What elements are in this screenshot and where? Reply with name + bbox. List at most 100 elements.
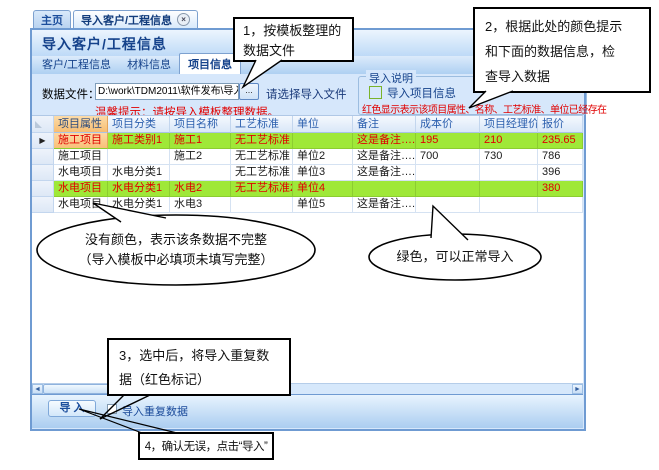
cell[interactable]: 水电分类1 (108, 165, 170, 181)
cell[interactable]: 无工艺标准 (231, 133, 293, 149)
cell[interactable] (416, 165, 480, 181)
callout-step2-line1: 2，根据此处的颜色提示 (485, 19, 623, 34)
import-duplicates-checkbox[interactable] (107, 404, 117, 414)
cell[interactable] (170, 165, 231, 181)
column-header-0[interactable]: 项目属性 (54, 116, 108, 133)
cell[interactable]: 210 (480, 133, 538, 149)
oval1-line2: （导入模板中必填项未填写完整） (78, 252, 274, 267)
row-selector[interactable] (32, 197, 54, 213)
cell[interactable]: 这是备注…...5 (353, 197, 416, 213)
column-header-5[interactable]: 备注 (353, 116, 416, 133)
callout-step2-line3: 查导入数据 (485, 69, 551, 84)
close-tab-icon[interactable]: × (177, 13, 191, 26)
screen: 主页 导入客户/工程信息 × 导入客户/工程信息 客户/工程信息 材料信息 项目… (0, 0, 659, 470)
callout-step3-line1: 3，选中后，将导入重复数 (119, 348, 270, 363)
callout-step1-line1: 1，按模板整理的 (243, 23, 342, 38)
import-legend-title: 导入说明 (366, 70, 416, 86)
scroll-left-icon[interactable]: ◄ (32, 384, 43, 394)
cell[interactable]: 施工1 (170, 133, 231, 149)
cell[interactable] (353, 181, 416, 197)
page-title: 导入客户/工程信息 (42, 36, 167, 52)
document-tabbar: 主页 导入客户/工程信息 × (33, 10, 199, 28)
column-header-3[interactable]: 工艺标准 (231, 116, 293, 133)
cell[interactable]: 单位3 (293, 165, 353, 181)
table-row: ▶施工项目施工类别1施工1无工艺标准 这是备注…...1195210235.65 (32, 133, 583, 149)
cell[interactable]: 这是备注…...3 (353, 165, 416, 181)
tab-import-customer-project[interactable]: 导入客户/工程信息 × (73, 10, 199, 28)
data-file-path-input[interactable]: D:\work\TDM2011\软件发布\导入数据模板\项 (95, 83, 239, 100)
cell[interactable]: 水电分类1 (108, 181, 170, 197)
cell[interactable]: 396 (538, 165, 583, 181)
row-selector[interactable] (32, 181, 54, 197)
callout-step4: 4，确认无误，点击“导入” (138, 432, 274, 460)
cell[interactable] (480, 165, 538, 181)
cell[interactable]: 水电项目 (54, 165, 108, 181)
callout-step1: 1，按模板整理的 数据文件 (233, 17, 354, 62)
column-header-6[interactable]: 成本价 (416, 116, 480, 133)
cell[interactable] (538, 197, 583, 213)
callout-step3: 3，选中后，将导入重复数 据（红色标记） (107, 338, 291, 396)
column-header-1[interactable]: 项目分类 (108, 116, 170, 133)
cell[interactable]: 无工艺标准 (231, 149, 293, 165)
table-row: 水电项目水电分类1 无工艺标准单位3这是备注…...3 396 (32, 165, 583, 181)
callout-step2-line2: 和下面的数据信息，检 (485, 44, 616, 59)
column-header-7[interactable]: 项目经理价 (480, 116, 538, 133)
grid-rows: ▶施工项目施工类别1施工1无工艺标准这是备注…...1195210235.65施… (32, 133, 583, 213)
row-selector[interactable] (32, 149, 54, 165)
cell[interactable]: 380 (538, 181, 583, 197)
cell[interactable] (231, 197, 293, 213)
row-selector[interactable]: ▶ (32, 133, 54, 149)
select-all-corner[interactable] (32, 116, 54, 133)
cell[interactable]: 施工类别1 (108, 133, 170, 149)
cell[interactable]: 单位4 (293, 181, 353, 197)
cell[interactable]: 水电分类1 (108, 197, 170, 213)
cell[interactable] (480, 181, 538, 197)
callout-step2: 2，根据此处的颜色提示 和下面的数据信息，检 查导入数据 (473, 7, 651, 93)
table-row: 施工项目 施工2无工艺标准单位2这是备注…...2700730786 (32, 149, 583, 165)
tab-home[interactable]: 主页 (33, 10, 71, 28)
column-header-8[interactable]: 报价 (538, 116, 583, 133)
callout-step3-line2: 据（红色标记） (119, 372, 211, 387)
tab-project-info[interactable]: 项目信息 (179, 53, 242, 74)
cell[interactable]: 这是备注…...2 (353, 149, 416, 165)
tab-customer-project-info[interactable]: 客户/工程信息 (34, 54, 119, 74)
cell[interactable]: 无工艺标准 (231, 165, 293, 181)
table-row: 水电项目 水电分类1 水电2 无工艺标准2 单位4 380 (32, 181, 583, 197)
cell[interactable]: 730 (480, 149, 538, 165)
tab-material-info[interactable]: 材料信息 (119, 54, 179, 74)
cell[interactable]: 施工项目 (54, 133, 108, 149)
corner-triangle-icon (35, 121, 42, 128)
cell[interactable]: 195 (416, 133, 480, 149)
cell[interactable]: 水电项目 (54, 197, 108, 213)
column-header-4[interactable]: 单位 (293, 116, 353, 133)
green-legend-swatch (369, 86, 382, 99)
oval1-line1: 没有颜色，表示该条数据不完整 (84, 232, 267, 247)
cell[interactable] (416, 181, 480, 197)
cell[interactable]: 700 (416, 149, 480, 165)
cell[interactable] (480, 197, 538, 213)
browse-file-button[interactable]: ... (239, 83, 259, 100)
data-file-label: 数据文件： (42, 89, 100, 101)
cell[interactable]: 单位5 (293, 197, 353, 213)
table-row: 水电项目水电分类1水电3 单位5这是备注…...5 (32, 197, 583, 213)
cell[interactable] (108, 149, 170, 165)
cell[interactable]: 水电3 (170, 197, 231, 213)
cell[interactable]: 施工2 (170, 149, 231, 165)
tab-import-label: 导入客户/工程信息 (81, 14, 173, 27)
scroll-right-icon[interactable]: ► (572, 384, 583, 394)
callout-step1-line2: 数据文件 (243, 43, 296, 58)
cell[interactable]: 水电项目 (54, 181, 108, 197)
cell[interactable]: 施工项目 (54, 149, 108, 165)
cell[interactable]: 无工艺标准2 (231, 181, 293, 197)
column-header-2[interactable]: 项目名称 (170, 116, 231, 133)
callout-step4-line1: 4，确认无误，点击“导入” (144, 441, 268, 453)
import-button[interactable]: 导 入 (48, 400, 96, 417)
cell[interactable]: 786 (538, 149, 583, 165)
cell[interactable]: 水电2 (170, 181, 231, 197)
cell[interactable] (293, 133, 353, 149)
cell[interactable] (416, 197, 480, 213)
row-selector[interactable] (32, 165, 54, 181)
cell[interactable]: 单位2 (293, 149, 353, 165)
cell[interactable]: 这是备注…...1 (353, 133, 416, 149)
cell[interactable]: 235.65 (538, 133, 583, 149)
